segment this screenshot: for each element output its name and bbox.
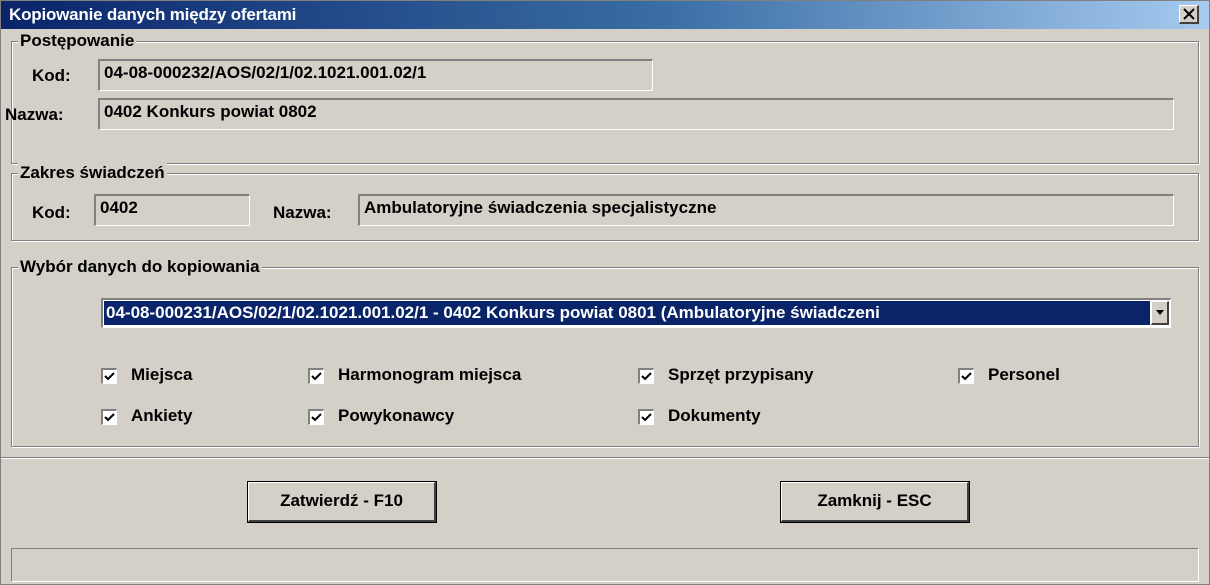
check-icon — [961, 372, 972, 381]
copy-selection-legend: Wybór danych do kopiowania — [18, 257, 262, 277]
source-offer-selected-value: 04-08-000231/AOS/02/1/02.1021.001.02/1 -… — [104, 301, 1150, 325]
close-button[interactable]: Zamknij - ESC — [780, 481, 970, 523]
confirm-button[interactable]: Zatwierdź - F10 — [247, 481, 437, 523]
checkbox-label[interactable]: Miejsca — [131, 365, 192, 385]
checkbox-box[interactable] — [308, 409, 324, 425]
scope-name-label: Nazwa: — [273, 203, 332, 222]
scope-name-field[interactable]: Ambulatoryjne świadczenia specjalistyczn… — [358, 194, 1174, 226]
checkbox-box[interactable] — [101, 409, 117, 425]
checkbox-label[interactable]: Sprzęt przypisany — [668, 365, 814, 385]
checkbox-box[interactable] — [308, 368, 324, 384]
check-icon — [104, 372, 115, 381]
check-icon — [641, 413, 652, 422]
source-offer-select[interactable]: 04-08-000231/AOS/02/1/02.1021.001.02/1 -… — [101, 298, 1171, 328]
checkbox-box[interactable] — [101, 368, 117, 384]
checkbox-label[interactable]: Powykonawcy — [338, 406, 454, 426]
title-bar[interactable]: Kopiowanie danych między ofertami — [1, 1, 1209, 29]
proceeding-name-field[interactable]: 0402 Konkurs powiat 0802 — [98, 98, 1174, 130]
checkbox-label[interactable]: Dokumenty — [668, 406, 761, 426]
check-icon — [311, 372, 322, 381]
proceeding-code-field[interactable]: 04-08-000232/AOS/02/1/02.1021.001.02/1 — [98, 59, 653, 91]
proceeding-name-label: Nazwa: — [5, 105, 64, 124]
checkbox-label[interactable]: Personel — [988, 365, 1060, 385]
checkbox-box[interactable] — [638, 368, 654, 384]
divider — [1, 457, 1209, 459]
dropdown-button[interactable] — [1151, 301, 1169, 325]
copy-offers-dialog: Kopiowanie danych między ofertami Postęp… — [0, 0, 1210, 585]
scope-code-field[interactable]: 0402 — [94, 194, 250, 226]
proceeding-legend: Postępowanie — [18, 31, 137, 51]
close-window-button[interactable] — [1179, 5, 1199, 24]
scope-code-label: Kod: — [32, 203, 71, 222]
service-scope-legend: Zakres świadczeń — [18, 163, 167, 183]
checkbox-box[interactable] — [958, 368, 974, 384]
check-icon — [311, 413, 322, 422]
check-icon — [104, 413, 115, 422]
checkbox-box[interactable] — [638, 409, 654, 425]
checkbox-label[interactable]: Harmonogram miejsca — [338, 365, 521, 385]
status-bar — [11, 548, 1199, 582]
checkbox-label[interactable]: Ankiety — [131, 406, 192, 426]
close-icon — [1182, 7, 1195, 24]
window-title: Kopiowanie danych między ofertami — [9, 5, 297, 24]
proceeding-code-label: Kod: — [32, 66, 71, 85]
check-icon — [641, 372, 652, 381]
